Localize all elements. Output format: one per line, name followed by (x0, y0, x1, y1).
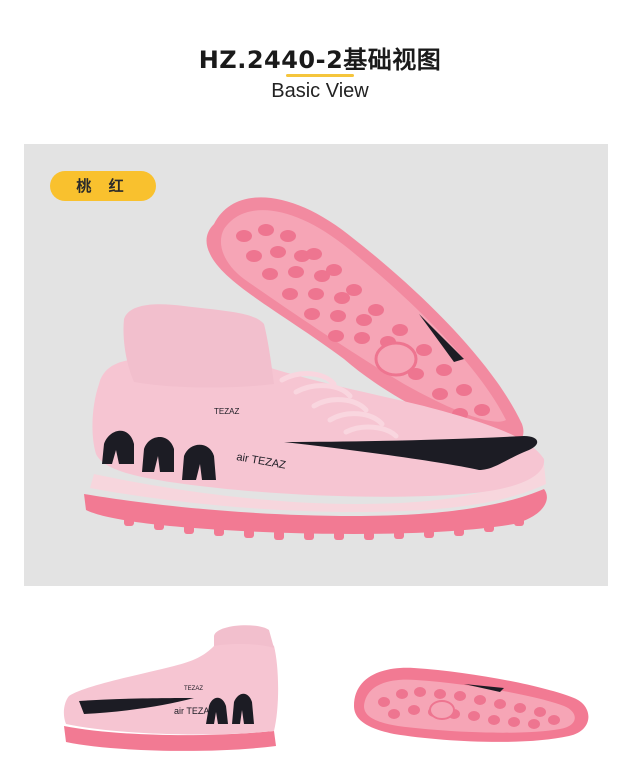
main-product-photo: TEZAZ air TEZAZ (24, 144, 608, 586)
thumb-side-brand-text: air TEZAZ (174, 706, 215, 716)
side-view-illustration: air TEZAZ TEZAZ (63, 625, 279, 751)
front-boot: TEZAZ air TEZAZ (84, 304, 547, 540)
page-title: HZ.2440-2基础视图 (198, 46, 442, 74)
thumbnail-side-view: air TEZAZ TEZAZ (24, 606, 316, 766)
thumbnail-outsole-view (324, 606, 616, 766)
boot-pair-illustration: TEZAZ air TEZAZ (84, 197, 547, 540)
thumb-upper-brand-text: TEZAZ (184, 686, 203, 692)
outsole-illustration (354, 667, 589, 742)
upper-brand-text: TEZAZ (214, 407, 239, 416)
color-badge: 桃 红 (50, 171, 156, 201)
header: HZ.2440-2基础视图 Basic View (0, 0, 640, 140)
title-underline (286, 74, 354, 77)
page-subtitle: Basic View (271, 80, 369, 102)
